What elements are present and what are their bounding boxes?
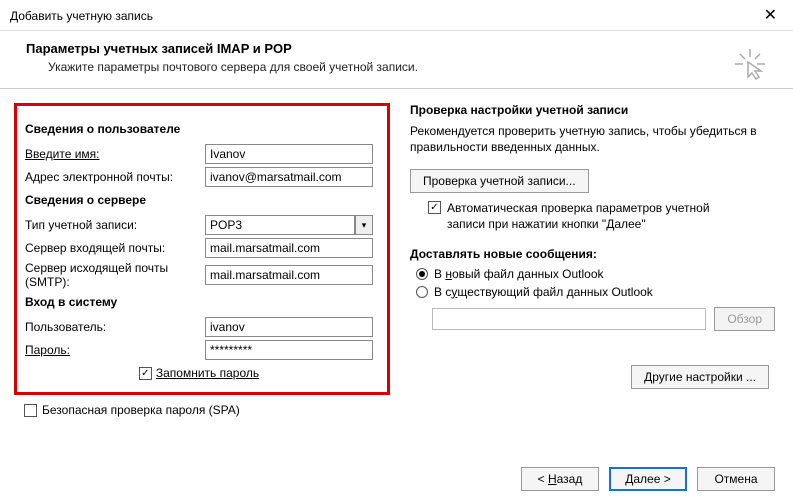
delivery-heading: Доставлять новые сообщения: <box>410 247 775 261</box>
spa-label: Безопасная проверка пароля (SPA) <box>42 403 240 417</box>
username-label: Пользователь: <box>25 320 205 334</box>
server-info-heading: Сведения о сервере <box>25 193 373 207</box>
account-type-select[interactable] <box>205 215 355 235</box>
delivery-existing-radio[interactable] <box>416 286 428 298</box>
remember-password-checkbox[interactable]: ✓ <box>139 367 152 380</box>
browse-button: Обзор <box>714 307 775 331</box>
other-settings-button[interactable]: Другие настройки ... <box>631 365 769 389</box>
login-heading: Вход в систему <box>25 295 373 309</box>
test-heading: Проверка настройки учетной записи <box>410 103 775 117</box>
name-input[interactable] <box>205 144 373 164</box>
email-label: Адрес электронной почты: <box>25 170 205 184</box>
password-label: Пароль: <box>25 343 205 357</box>
page-title: Параметры учетных записей IMAP и POP <box>26 41 773 56</box>
window-title: Добавить учетную запись <box>10 9 153 23</box>
next-button[interactable]: Далее > <box>609 467 687 491</box>
outgoing-server-input[interactable] <box>205 265 373 285</box>
delivery-existing-label: В существующий файл данных Outlook <box>434 285 653 299</box>
outgoing-server-label: Сервер исходящей почты (SMTP): <box>25 261 205 289</box>
test-account-button[interactable]: Проверка учетной записи... <box>410 169 589 193</box>
auto-test-label: Автоматическая проверка параметров учетн… <box>447 201 727 232</box>
account-type-label: Тип учетной записи: <box>25 218 205 232</box>
user-info-heading: Сведения о пользователе <box>25 122 373 136</box>
close-icon[interactable]: ✕ <box>758 6 783 26</box>
auto-test-checkbox[interactable]: ✓ <box>428 201 441 214</box>
delivery-new-radio[interactable] <box>416 268 428 280</box>
remember-password-label: Запомнить пароль <box>156 366 259 380</box>
username-input[interactable] <box>205 317 373 337</box>
incoming-server-input[interactable] <box>205 238 373 258</box>
name-label: Введите имя: <box>25 147 205 161</box>
test-desc: Рекомендуется проверить учетную запись, … <box>410 123 775 155</box>
existing-file-input <box>432 308 706 330</box>
cancel-button[interactable]: Отмена <box>697 467 775 491</box>
spa-checkbox[interactable] <box>24 404 37 417</box>
wizard-icon <box>733 47 767 84</box>
highlighted-region: Сведения о пользователе Введите имя: Адр… <box>14 103 390 395</box>
page-subtitle: Укажите параметры почтового сервера для … <box>48 60 773 74</box>
chevron-down-icon[interactable]: ▾ <box>355 215 373 235</box>
delivery-new-label: В новый файл данных Outlook <box>434 267 604 281</box>
incoming-server-label: Сервер входящей почты: <box>25 241 205 255</box>
password-input[interactable] <box>205 340 373 360</box>
email-input[interactable] <box>205 167 373 187</box>
back-button[interactable]: < Назад <box>521 467 599 491</box>
